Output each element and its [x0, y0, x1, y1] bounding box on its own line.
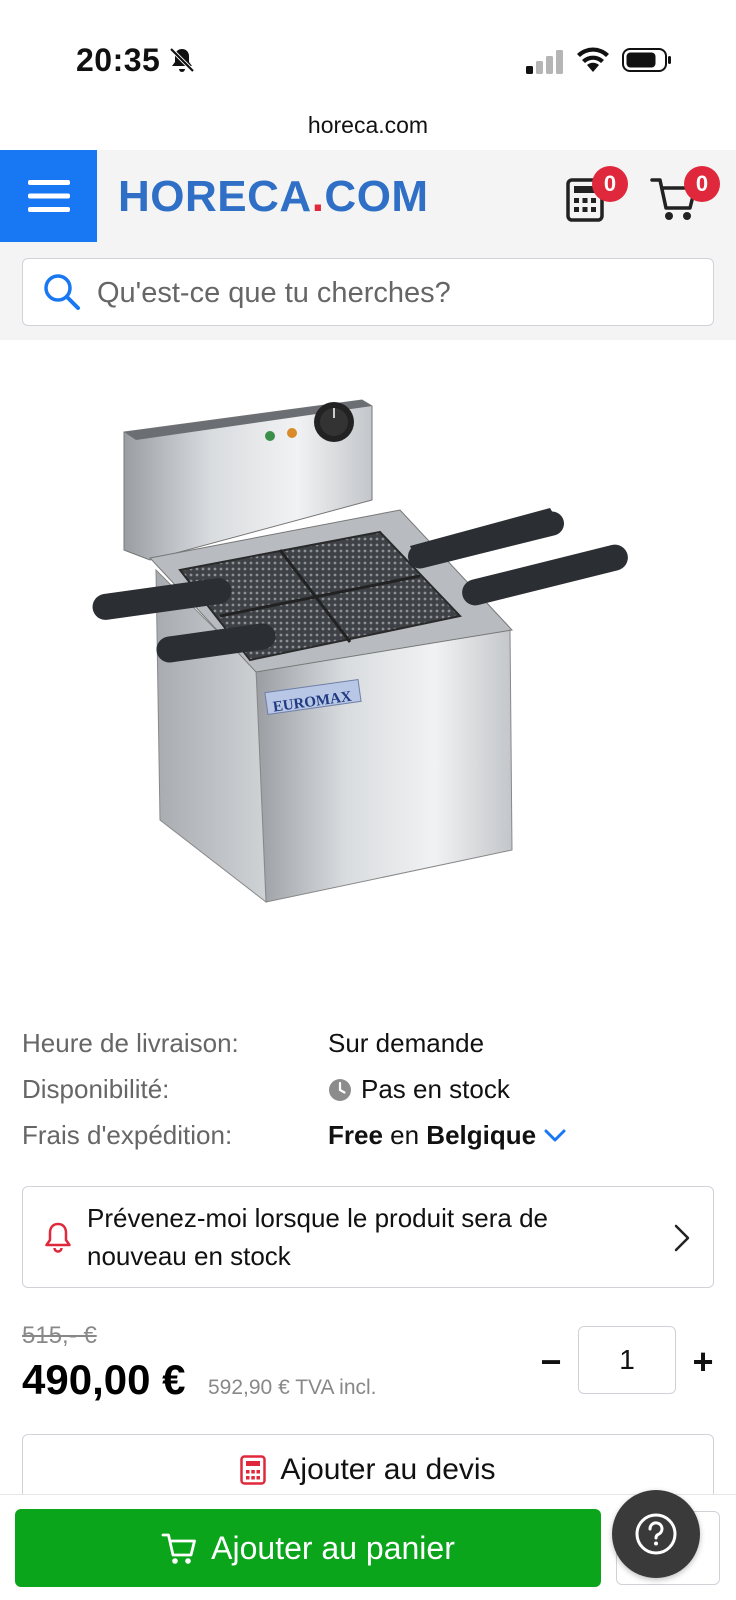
product-image: EUROMAX: [92, 399, 628, 904]
bell-icon: [45, 1222, 71, 1253]
quote-count-badge: 0: [592, 166, 628, 202]
notify-text: Prévenez-moi lorsque le produit sera de …: [87, 1203, 549, 1271]
chevron-right-icon: [674, 1224, 690, 1252]
product-info: Heure de livraison: Sur demande Disponib…: [22, 1022, 722, 1160]
availability-label: Disponibilité:: [22, 1074, 170, 1104]
info-row-availability: Disponibilité: Pas en stock: [22, 1068, 722, 1114]
logo-tld: COM: [324, 172, 429, 221]
bell-off-icon: [169, 47, 195, 73]
status-bar: 20:35: [0, 0, 736, 100]
quantity-increase-button[interactable]: +: [688, 1340, 718, 1384]
battery-icon: [622, 48, 671, 72]
status-time: 20:35: [76, 42, 161, 78]
search-input[interactable]: [97, 273, 697, 313]
add-to-cart-button[interactable]: Ajouter au panier: [15, 1509, 601, 1587]
cart-count-badge: 0: [684, 166, 720, 202]
info-row-shipping: Frais d'expédition: Free en Belgique: [22, 1114, 722, 1160]
shipping-country: Belgique: [426, 1120, 537, 1150]
clock-icon: [329, 1078, 351, 1101]
add-to-quote-label: Ajouter au devis: [280, 1453, 496, 1486]
chevron-down-icon[interactable]: [544, 1128, 566, 1144]
availability-value-wrap: Pas en stock: [328, 1074, 510, 1105]
quantity-decrease-button[interactable]: −: [536, 1340, 566, 1384]
help-icon: [635, 1513, 677, 1555]
shipping-label: Frais d'expédition:: [22, 1120, 233, 1150]
delivery-label: Heure de livraison:: [22, 1028, 239, 1058]
quote-list-button[interactable]: 0: [562, 166, 628, 224]
shipping-cost: Free: [328, 1120, 383, 1150]
quantity-input[interactable]: [579, 1327, 675, 1393]
old-price: 515,- €: [22, 1322, 97, 1349]
shipping-connector: en: [382, 1120, 427, 1150]
hamburger-icon: [27, 180, 70, 212]
search-area: [0, 242, 736, 340]
logo-main: HORECA: [118, 172, 312, 221]
search-box[interactable]: [22, 258, 714, 326]
delivery-value: Sur demande: [328, 1028, 485, 1058]
availability-value: Pas en stock: [361, 1074, 510, 1104]
logo-dot: .: [311, 172, 325, 221]
site-header: HORECA.COM 0 0: [0, 150, 736, 242]
shipping-value[interactable]: Free en Belgique: [328, 1120, 566, 1151]
quantity-box: [578, 1326, 676, 1394]
cart-button[interactable]: 0: [650, 166, 720, 224]
search-icon[interactable]: [43, 273, 81, 311]
browser-url[interactable]: horeca.com: [0, 112, 736, 139]
cart-icon: [161, 1533, 197, 1564]
price: 490,00 €: [22, 1356, 186, 1403]
signal-icon: [526, 50, 563, 74]
price-incl-tax: 592,90 € TVA incl.: [208, 1376, 377, 1399]
info-row-delivery: Heure de livraison: Sur demande: [22, 1022, 722, 1068]
wifi-icon: [577, 47, 609, 72]
notify-back-in-stock[interactable]: Prévenez-moi lorsque le produit sera de …: [22, 1186, 714, 1288]
menu-button[interactable]: [0, 150, 97, 242]
calculator-icon: [240, 1455, 267, 1485]
site-logo[interactable]: HORECA.COM: [118, 172, 429, 222]
add-to-cart-label: Ajouter au panier: [211, 1529, 455, 1566]
help-button[interactable]: [612, 1490, 700, 1578]
